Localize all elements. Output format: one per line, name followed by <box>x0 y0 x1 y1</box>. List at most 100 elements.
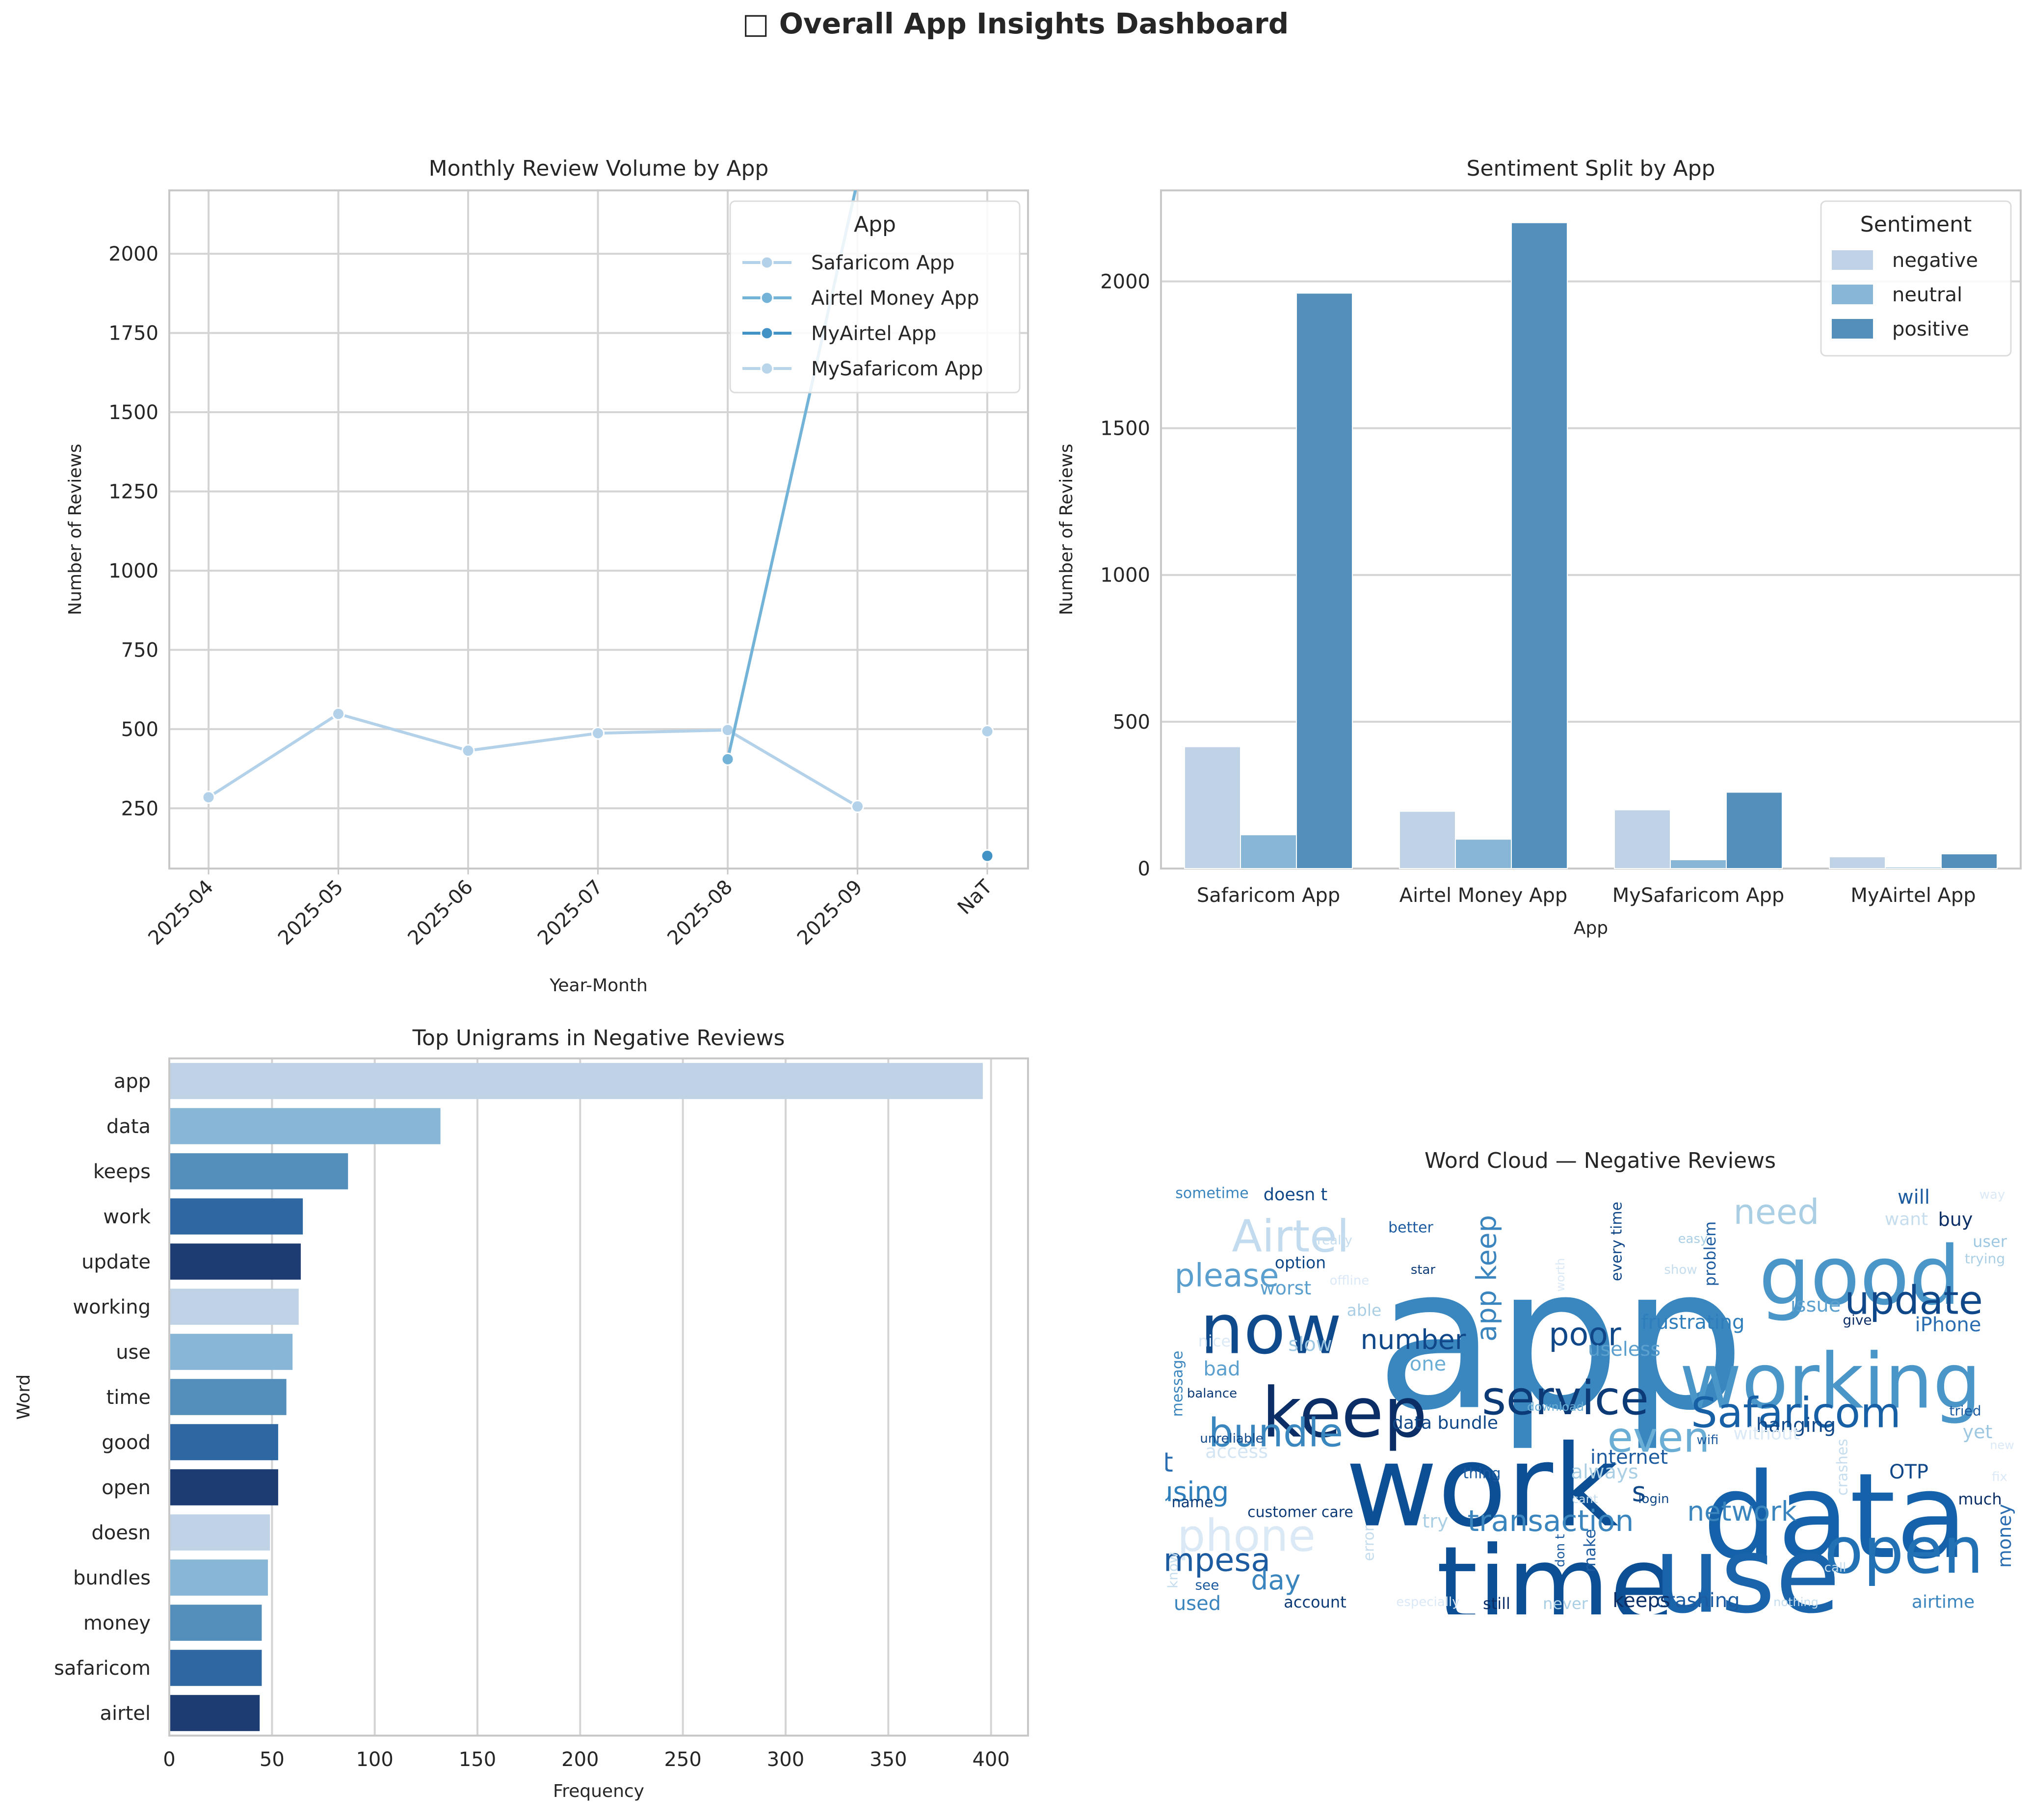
bar-safaricom <box>169 1650 262 1686</box>
data-point <box>851 799 864 813</box>
y-tick-label: 1000 <box>108 560 158 582</box>
y-axis-label: Number of Reviews <box>1056 444 1077 615</box>
y-tick-label: working <box>73 1296 151 1319</box>
wordcloud-word: useless <box>1588 1338 1661 1361</box>
bar-data <box>169 1108 441 1144</box>
legend-swatch <box>1832 250 1873 270</box>
bar-neutral <box>1455 839 1512 870</box>
bar-positive <box>1296 292 1353 869</box>
y-tick-label: 500 <box>121 718 158 741</box>
wordcloud-word: buy <box>1938 1209 1973 1230</box>
wordcloud-word: try <box>1422 1510 1448 1532</box>
wordcloud-word: OTP <box>1889 1461 1928 1483</box>
y-tick-label: 250 <box>121 797 158 820</box>
x-tick-label: 50 <box>260 1748 285 1771</box>
data-point <box>980 849 994 863</box>
wordcloud-word: will <box>1898 1186 1930 1209</box>
wordcloud-word: balance <box>1187 1386 1237 1401</box>
y-tick-label: keeps <box>93 1161 151 1183</box>
y-tick-label: 1500 <box>1100 418 1150 440</box>
bar-airtel <box>169 1695 260 1731</box>
wordcloud-word: thing <box>1463 1465 1501 1482</box>
wordcloud-word: used <box>1174 1592 1221 1615</box>
wordcloud-word: airtime <box>1912 1592 1975 1612</box>
x-tick-label: Safaricom App <box>1197 884 1340 907</box>
wordcloud-word: login <box>1638 1492 1669 1506</box>
wordcloud-word: cant <box>1572 1492 1598 1506</box>
y-tick-label: 1750 <box>108 322 158 345</box>
y-tick-label: 500 <box>1113 711 1150 734</box>
bar-good <box>169 1424 278 1460</box>
y-tick-label: safaricom <box>54 1657 151 1680</box>
dashboard-canvas: Monthly Review Volume by App 2025-04 2025-… <box>14 156 2022 1801</box>
bar-app <box>169 1063 983 1099</box>
legend-entry: neutral <box>1892 284 1962 306</box>
bar-positive <box>1511 222 1568 869</box>
wordcloud-word: frustrating <box>1641 1311 1745 1334</box>
wordcloud-word: user <box>1973 1232 2007 1251</box>
y-axis-label: Number of Reviews <box>65 444 85 615</box>
chart-title: Word Cloud — Negative Reviews <box>1424 1148 1776 1173</box>
x-tick-label: 150 <box>459 1748 496 1771</box>
sentiment-split-chart: Sentiment Split by App 0 500 1000 1500 2000 Sa… <box>1056 156 2022 938</box>
x-tick-label: 100 <box>356 1748 393 1771</box>
wordcloud-word: unreliable <box>1200 1431 1263 1446</box>
y-tick-label: open <box>102 1477 151 1499</box>
wordcloud-word: t <box>1162 1447 1173 1478</box>
legend-title: App <box>854 212 896 237</box>
wordcloud-word: download <box>1527 1400 1584 1414</box>
wordcloud-word: offline <box>1330 1273 1370 1288</box>
bar-negative <box>1614 809 1671 869</box>
x-tick-label: 0 <box>163 1748 175 1771</box>
wordcloud-word: transaction <box>1468 1504 1634 1538</box>
x-axis-label: App <box>1574 918 1608 938</box>
wordcloud-word: new <box>1990 1438 2014 1452</box>
wordcloud-word: know <box>1165 1552 1181 1588</box>
bar-use <box>169 1334 293 1370</box>
data-point <box>202 791 215 804</box>
data-point <box>980 724 994 738</box>
legend-entry: Airtel Money App <box>811 287 979 310</box>
legend-entry: MyAirtel App <box>811 322 936 345</box>
wordcloud-word: doesn t <box>1264 1185 1327 1205</box>
wordcloud-word: option <box>1275 1253 1326 1272</box>
wordcloud-word: worth <box>1554 1258 1567 1292</box>
y-tick-label: data <box>106 1115 151 1138</box>
wordcloud-word: show <box>1664 1263 1697 1277</box>
chart-title: Monthly Review Volume by App <box>429 156 769 181</box>
wordcloud-word: without <box>1733 1424 1799 1444</box>
y-tick-label: update <box>81 1251 151 1273</box>
wordcloud-word: app keep <box>1471 1215 1503 1342</box>
series-line-0 <box>208 712 859 808</box>
wordcloud-word: problem <box>1701 1221 1719 1286</box>
legend-entry: positive <box>1892 318 1969 341</box>
wordcloud-word: keeps <box>1612 1589 1670 1612</box>
wordcloud-word: trying <box>1965 1251 2005 1267</box>
legend-swatch-marker <box>760 326 774 340</box>
y-tick-label: 1250 <box>108 481 158 503</box>
wordcloud-word: see <box>1195 1577 1219 1593</box>
legend-swatch <box>1832 319 1873 339</box>
wordcloud-word: error <box>1361 1525 1378 1561</box>
x-axis-label: Year-Month <box>549 976 648 996</box>
y-axis-label: Word <box>14 1374 34 1420</box>
wordcloud-word: nothing <box>1773 1595 1819 1609</box>
chart-title: Top Unigrams in Negative Reviews <box>412 1026 785 1051</box>
wordcloud-word: bad <box>1203 1358 1240 1380</box>
wordcloud-word: much <box>1958 1490 2002 1508</box>
wordcloud-word: nice <box>1198 1332 1231 1350</box>
y-tick-label: 750 <box>121 639 158 661</box>
wordcloud-word: iPhone <box>1915 1314 1981 1336</box>
x-tick-label: Airtel Money App <box>1399 884 1568 907</box>
x-tick-label: 2025-08 <box>663 876 737 950</box>
data-point <box>852 175 864 187</box>
wordcloud-word: open <box>1824 1513 1983 1588</box>
wordcloud-word: especially <box>1396 1595 1459 1609</box>
bar-neutral <box>1670 859 1727 870</box>
legend-swatch-marker <box>760 362 774 375</box>
wordcloud-word: customer care <box>1247 1504 1353 1521</box>
wordcloud-word: money <box>1994 1504 2015 1568</box>
bar-update <box>169 1243 301 1280</box>
bar-positive <box>1726 791 1783 869</box>
wordcloud-word: issue <box>1791 1294 1841 1317</box>
